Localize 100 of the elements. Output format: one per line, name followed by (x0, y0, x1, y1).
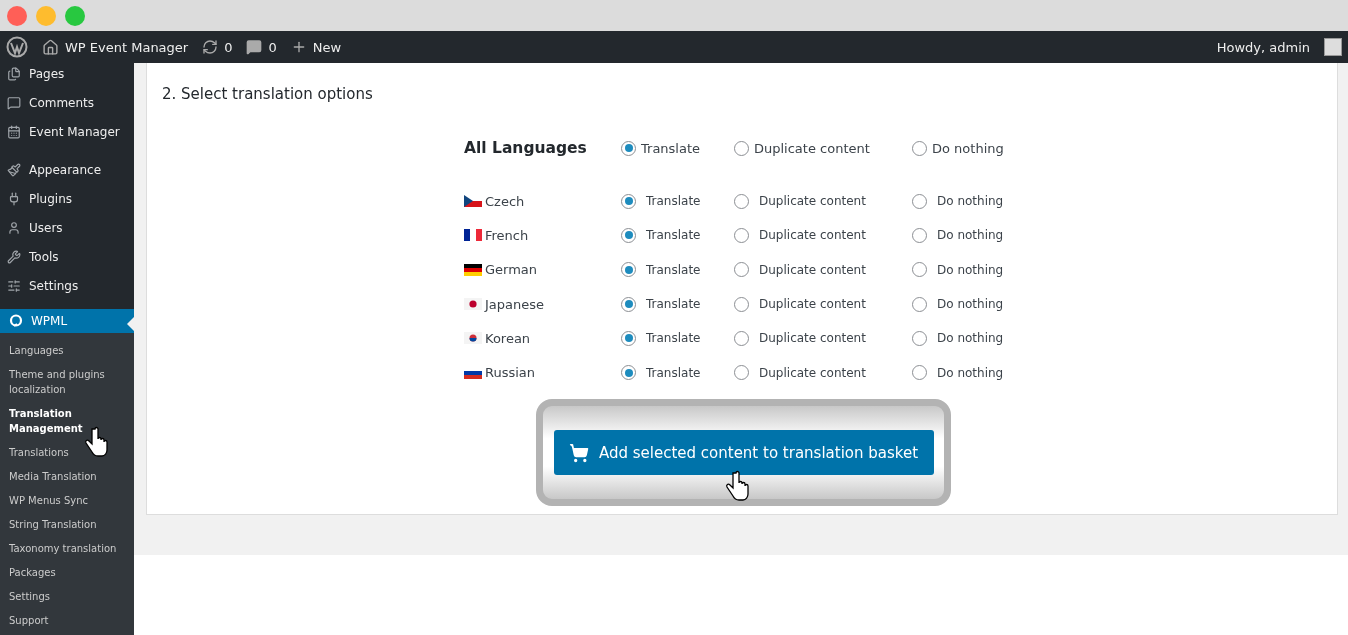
updates-count[interactable]: 0 (224, 39, 233, 55)
radio-option[interactable]: Do nothing (912, 365, 1032, 381)
radio-option[interactable]: Do nothing (912, 227, 1032, 243)
radio-button[interactable] (621, 296, 636, 312)
greeting-link[interactable]: Howdy, admin (1216, 39, 1310, 55)
radio-option[interactable]: Translate (621, 227, 734, 243)
comments-count[interactable]: 0 (268, 39, 277, 55)
calendar-icon (7, 124, 21, 139)
submenu-item[interactable]: Support (9, 611, 121, 635)
sidebar-item[interactable]: Pages (0, 63, 134, 88)
speech-bubble-icon (7, 95, 21, 110)
avatar[interactable] (1324, 38, 1342, 56)
submenu-item[interactable]: Media Translation (9, 467, 121, 491)
submenu-item[interactable]: Theme and plugins localization (9, 365, 121, 404)
sidebar-item[interactable]: Tools (0, 242, 134, 271)
sidebar-item[interactable]: Users (0, 213, 134, 242)
radio-option[interactable]: Translate (621, 330, 734, 346)
close-dot[interactable] (7, 5, 27, 26)
submenu-item[interactable]: Languages (9, 341, 121, 365)
user-icon (7, 220, 21, 235)
radio-button[interactable] (621, 140, 636, 156)
language-name: Russian (485, 365, 536, 381)
flag-icon (464, 263, 482, 276)
plug-icon (7, 191, 21, 206)
radio-button[interactable] (734, 296, 749, 312)
language-name: Korean (485, 330, 531, 346)
home-icon[interactable] (42, 38, 59, 56)
submenu-item[interactable]: Taxonomy translation (9, 539, 121, 563)
submenu-item[interactable]: WP Menus Sync (9, 491, 121, 515)
sliders-icon (7, 278, 21, 293)
radio-option[interactable]: Duplicate content (734, 365, 912, 381)
sidebar-item[interactable]: Plugins (0, 184, 134, 213)
radio-option[interactable]: Duplicate content (734, 140, 912, 156)
radio-button[interactable] (621, 330, 636, 346)
sidebar-item[interactable]: Appearance (0, 155, 134, 184)
language-name: German (485, 262, 538, 278)
radio-button[interactable] (912, 365, 927, 381)
radio-button[interactable] (734, 227, 749, 243)
radio-button[interactable] (621, 365, 636, 381)
radio-option[interactable]: Translate (621, 193, 734, 209)
language-name: Japanese (485, 296, 545, 312)
radio-option[interactable]: Do nothing (912, 262, 1032, 278)
radio-option[interactable]: Translate (621, 296, 734, 312)
radio-button[interactable] (734, 365, 749, 381)
radio-button[interactable] (734, 193, 749, 209)
all-languages-label: All Languages (464, 138, 588, 159)
submenu-item[interactable]: Translation Management (9, 404, 121, 443)
radio-button[interactable] (621, 227, 636, 243)
sidebar-item[interactable]: Event Manager (0, 117, 134, 146)
radio-button[interactable] (734, 262, 749, 278)
minimize-dot[interactable] (36, 5, 56, 26)
radio-button[interactable] (734, 140, 749, 156)
cart-icon (568, 442, 589, 463)
radio-option[interactable]: Translate (621, 365, 734, 381)
radio-option[interactable]: Duplicate content (734, 330, 912, 346)
submenu-item[interactable]: Translations (9, 443, 121, 467)
language-name: Czech (485, 193, 525, 209)
radio-button[interactable] (621, 262, 636, 278)
hand-cursor-icon (84, 425, 110, 459)
flag-icon (464, 195, 482, 208)
radio-option[interactable]: Translate (621, 262, 734, 278)
flag-icon (464, 229, 482, 242)
wrench-icon (7, 249, 21, 264)
radio-option[interactable]: Do nothing (912, 330, 1032, 346)
sidebar-item[interactable]: Comments (0, 88, 134, 117)
add-to-basket-button[interactable]: Add selected content to translation basket (553, 430, 934, 475)
section-title: 2. Select translation options (162, 85, 374, 103)
radio-option[interactable]: Do nothing (912, 193, 1032, 209)
radio-option[interactable]: Do nothing (912, 140, 1032, 156)
radio-button[interactable] (734, 330, 749, 346)
sidebar-item-active[interactable]: WPML (0, 309, 134, 333)
radio-button[interactable] (912, 193, 927, 209)
radio-option[interactable]: Duplicate content (734, 227, 912, 243)
radio-option[interactable]: Do nothing (912, 296, 1032, 312)
language-name: French (485, 227, 529, 243)
wpml-logo-icon (9, 314, 23, 328)
flag-icon (464, 298, 482, 311)
radio-option[interactable]: Duplicate content (734, 262, 912, 278)
radio-option[interactable]: Translate (621, 140, 734, 156)
submenu-item[interactable]: Settings (9, 587, 121, 611)
maximize-dot[interactable] (65, 5, 85, 26)
radio-option[interactable]: Duplicate content (734, 193, 912, 209)
wordpress-logo-icon[interactable] (6, 36, 28, 58)
submenu-item[interactable]: String Translation (9, 515, 121, 539)
radio-button[interactable] (912, 330, 927, 346)
site-name-link[interactable]: WP Event Manager (65, 39, 189, 55)
radio-button[interactable] (912, 227, 927, 243)
radio-button[interactable] (912, 140, 927, 156)
pages-icon (7, 66, 21, 81)
radio-option[interactable]: Duplicate content (734, 296, 912, 312)
radio-button[interactable] (912, 262, 927, 278)
flag-icon (464, 332, 482, 345)
submenu-item[interactable]: Packages (9, 563, 121, 587)
refresh-icon[interactable] (202, 39, 219, 55)
radio-button[interactable] (912, 296, 927, 312)
new-link[interactable]: New (312, 39, 342, 55)
hand-cursor-icon (725, 469, 751, 503)
radio-button[interactable] (621, 193, 636, 209)
sidebar-item[interactable]: Settings (0, 271, 134, 300)
speech-bubble-icon[interactable] (246, 39, 263, 55)
